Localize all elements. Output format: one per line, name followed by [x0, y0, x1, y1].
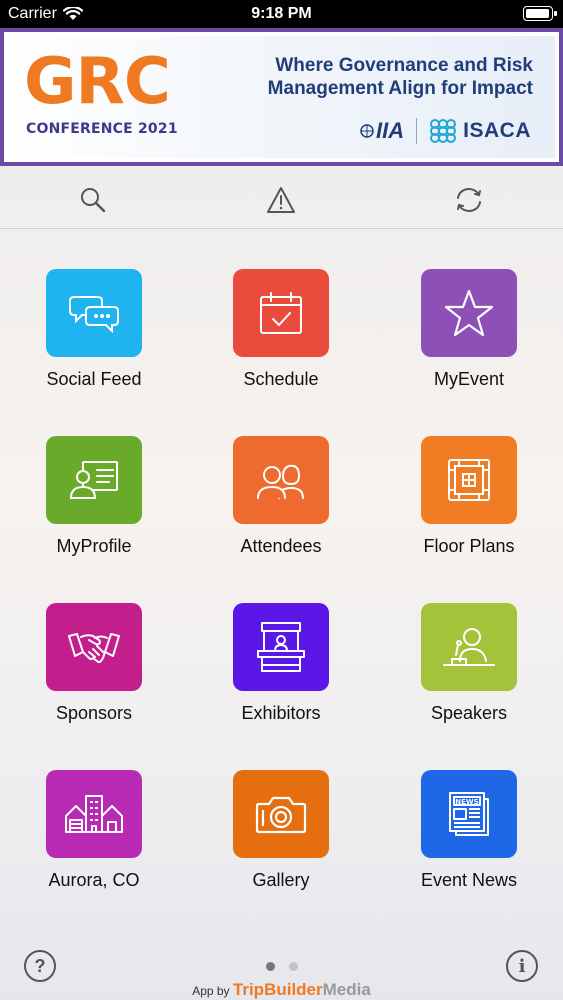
star-icon: [444, 289, 494, 337]
tile-label: MyProfile: [56, 536, 132, 556]
isaca-mark-icon: [430, 119, 457, 143]
tile-label: Gallery: [252, 870, 310, 890]
grc-logo: GRC: [24, 45, 171, 119]
iia-logo: IIA: [360, 118, 404, 144]
app-credit[interactable]: App by TripBuilderMedia: [0, 980, 563, 1000]
tile-label: MyEvent: [433, 369, 505, 389]
refresh-button[interactable]: [449, 180, 489, 220]
tile-icon-bg: [421, 436, 517, 524]
tile-icon-bg: [233, 436, 329, 524]
camera-icon: [255, 796, 307, 834]
search-icon: [81, 188, 106, 213]
tile-icon-bg: [46, 770, 142, 858]
tile-icon-bg: [233, 603, 329, 691]
globe-icon: [360, 124, 374, 138]
status-bar: Carrier 9:18 PM: [0, 0, 563, 28]
speaker-podium-icon: [443, 628, 495, 666]
tile-label: Event News: [420, 870, 518, 890]
tile-sponsors[interactable]: Sponsors: [19, 603, 169, 724]
iia-text: IIA: [376, 118, 405, 143]
tile-social-feed[interactable]: Social Feed: [19, 269, 169, 390]
tile-label: Social Feed: [46, 369, 142, 389]
calendar-check-icon: [260, 292, 302, 334]
tile-label: Schedule: [243, 369, 319, 389]
tile-icon-bg: [46, 603, 142, 691]
tile-gallery[interactable]: Gallery: [206, 770, 356, 891]
tile-label: Floor Plans: [423, 536, 515, 556]
tile-label: Aurora, CO: [48, 870, 140, 890]
tile-label: Speakers: [430, 703, 508, 723]
tile-schedule[interactable]: Schedule: [206, 269, 356, 390]
credit-brand: TripBuilder: [232, 980, 323, 999]
tile-exhibitors[interactable]: Exhibitors: [206, 603, 356, 724]
credit-prefix: App by: [192, 984, 230, 998]
people-icon: [257, 464, 304, 499]
city-icon: [65, 795, 123, 833]
profile-card-icon: [69, 461, 118, 499]
battery-icon: [523, 6, 557, 21]
tile-icon-bg: [421, 269, 517, 357]
clock: 9:18 PM: [251, 5, 312, 22]
tile-icon-bg: NEWS: [421, 770, 517, 858]
tile-label: Exhibitors: [241, 703, 321, 723]
tile-icon-bg: [46, 436, 142, 524]
svg-text:NEWS: NEWS: [455, 798, 478, 806]
chat-bubbles-icon: [69, 296, 119, 333]
isaca-text: ISACA: [463, 119, 531, 142]
credit-brand-suffix: Media: [322, 980, 371, 999]
banner-tagline: Where Governance and Risk Management Ali…: [268, 54, 533, 100]
tile-myevent[interactable]: MyEvent: [394, 269, 544, 390]
tile-label: Sponsors: [55, 703, 133, 723]
isaca-logo: ISACA: [429, 118, 531, 144]
page-dot[interactable]: [288, 962, 298, 971]
floor-plan-icon: [448, 459, 490, 501]
partner-logos: IIA ISACA: [360, 118, 531, 144]
tagline-line-1: Where Governance and Risk: [275, 55, 533, 76]
tagline-line-2: Management Align for Impact: [267, 78, 533, 99]
tile-event-news[interactable]: NEWS Event News: [394, 770, 544, 891]
toolbar: [0, 170, 563, 228]
tile-icon-bg: [233, 770, 329, 858]
alerts-button[interactable]: [261, 180, 301, 220]
newspaper-icon: NEWS: [449, 792, 489, 836]
tile-myprofile[interactable]: MyProfile: [19, 436, 169, 557]
logo-divider: [416, 118, 418, 144]
page-indicator[interactable]: [0, 962, 563, 971]
tile-aurora-co[interactable]: Aurora, CO: [19, 770, 169, 891]
conference-year: CONFERENCE 2021: [26, 121, 178, 137]
tile-icon-bg: [421, 603, 517, 691]
search-button[interactable]: [73, 180, 113, 220]
tile-label: Attendees: [240, 536, 322, 556]
tile-attendees[interactable]: Attendees: [206, 436, 356, 557]
tile-icon-bg: [233, 269, 329, 357]
tile-icon-bg: [46, 269, 142, 357]
tile-speakers[interactable]: Speakers: [394, 603, 544, 724]
refresh-icon: [457, 188, 481, 212]
tile-floor-plans[interactable]: Floor Plans: [394, 436, 544, 557]
conference-banner[interactable]: GRC CONFERENCE 2021 Where Governance and…: [0, 28, 563, 166]
toolbar-divider: [0, 228, 563, 229]
handshake-icon: [68, 633, 120, 663]
warning-icon: [267, 187, 295, 213]
page-dot-active[interactable]: [265, 962, 275, 971]
booth-icon: [257, 622, 305, 672]
